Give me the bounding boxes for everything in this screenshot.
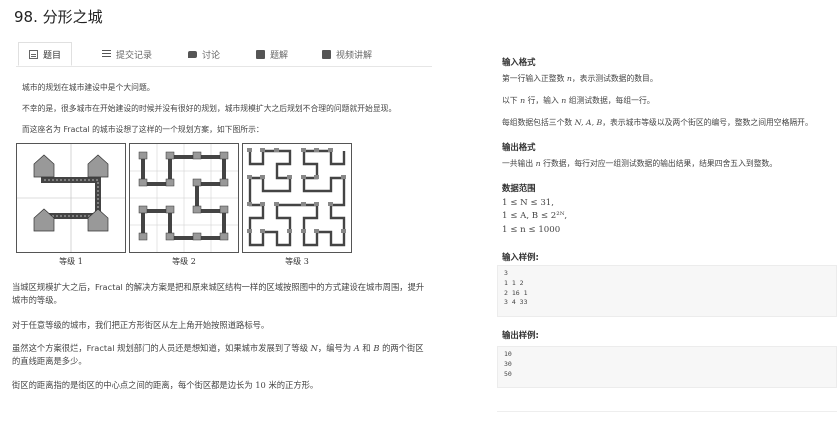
tab-label: 视频讲解	[336, 50, 373, 61]
paragraph-distance: 街区的距离指的是街区的中心点之间的距离，每个街区都是边长为 10 米的正方形。	[12, 379, 318, 392]
input-format-line1: 第一行输入正整数 n，表示测试数据的数目。	[502, 73, 658, 84]
divider	[497, 411, 837, 412]
sample-output-block[interactable]: 10 30 50	[497, 346, 837, 388]
text: 以下	[502, 96, 521, 105]
document-icon	[29, 49, 38, 59]
paragraph-question-line1: 虽然这个方案很烂，Fractal 规划部门的人员还是想知道，如果城市发展到了等级…	[12, 342, 424, 355]
input-format-line2: 以下 n 行，输入 n 组测试数据，每组一行。	[502, 95, 655, 106]
intro-paragraph-2: 不幸的是，很多城市在开始建设的时候并没有很好的规划，城市规模扩大之后规划不合理的…	[22, 104, 397, 113]
sample-output-line: 30	[504, 359, 512, 368]
text: 一共输出	[502, 159, 536, 168]
text: 行，输入	[525, 96, 562, 105]
text: 行数据，每行对应一组测试数据的输出结果，结果四舍五入到整数。	[540, 159, 778, 168]
sample-input-line: 3	[504, 269, 508, 277]
level-1-panel	[16, 143, 126, 253]
text: 和	[359, 343, 374, 353]
tab-solutions[interactable]: 题解	[256, 44, 288, 64]
tab-submissions[interactable]: 提交记录	[102, 44, 152, 64]
text: 虽然这个方案很烂，Fractal 规划部门的人员还是想知道，如果城市发展到了等级	[12, 343, 311, 353]
output-format-line1: 一共输出 n 行数据，每行对应一组测试数据的输出结果，结果四舍五入到整数。	[502, 158, 777, 169]
tab-problem[interactable]: 题目	[18, 42, 73, 66]
level-1-caption: 等级 1	[59, 257, 83, 266]
chat-icon	[188, 50, 197, 58]
range-ab: 1 ≤ A, B ≤ 2²ᴺ,	[502, 211, 568, 221]
tab-label: 题解	[270, 50, 289, 61]
text: 每组数据包括三个数	[502, 118, 575, 127]
sample-output-line: 50	[504, 369, 512, 378]
output-format-heading: 输出格式	[502, 142, 536, 152]
math-var: N, A, B	[574, 118, 603, 127]
tab-label: 提交记录	[116, 50, 153, 61]
book-icon	[256, 49, 265, 59]
range-count: 1 ≤ n ≤ 1000	[502, 225, 561, 235]
page-title: 98. 分形之城	[14, 8, 103, 26]
text: 街区的距离指的是街区的中心点之间的距离，每个街区都是边长为	[12, 380, 256, 390]
text: ，编号为	[317, 343, 354, 353]
range-n: 1 ≤ N ≤ 31,	[502, 198, 554, 208]
paragraph-expansion-line2: 城市的等级。	[12, 295, 62, 305]
level-3-panel	[242, 143, 352, 253]
paragraph-numbering: 对于任意等级的城市，我们把正方形街区从左上角开始按照道路标号。	[12, 320, 270, 330]
intro-paragraph-1: 城市的规划在城市建设中是个大问题。	[22, 83, 155, 92]
sample-input-line: 2 16 1	[504, 288, 528, 297]
text: ，表示测试数据的数目。	[571, 74, 658, 83]
sample-input-heading: 输入样例:	[502, 252, 539, 262]
text: 的两个街区	[379, 343, 424, 353]
sample-input-line: 1 1 2	[504, 278, 524, 287]
text: ，表示城市等级以及两个街区的编号，整数之间用空格隔开。	[602, 118, 813, 127]
tab-bar: 题目 提交记录 讨论 题解 视频讲解	[16, 40, 432, 67]
math-var: N	[310, 343, 318, 353]
level-3-caption: 等级 3	[285, 257, 309, 266]
input-format-line3: 每组数据包括三个数 N, A, B，表示城市等级以及两个街区的编号，整数之间用空…	[502, 117, 813, 128]
tab-discussion[interactable]: 讨论	[188, 44, 220, 64]
data-range-heading: 数据范围	[502, 183, 536, 193]
tab-video[interactable]: 视频讲解	[322, 44, 372, 64]
tab-label: 题目	[43, 50, 62, 61]
sample-input-line: 3 4 33	[504, 298, 528, 307]
list-icon	[102, 49, 111, 59]
math-number: 10	[255, 380, 266, 390]
tab-label: 讨论	[202, 50, 221, 61]
text: 米的正方形。	[265, 380, 319, 390]
sample-input-block[interactable]: 3 1 1 2 2 16 1 3 4 33	[497, 265, 837, 317]
sample-output-line: 10	[504, 350, 512, 358]
input-format-heading: 输入格式	[502, 57, 536, 67]
paragraph-expansion-line1: 当城区规模扩大之后，Fractal 的解决方案是把和原来城区结构一样的区域按照图…	[12, 282, 425, 292]
intro-paragraph-3: 而这座名为 Fractal 的城市设想了这样的一个规划方案，如下图所示：	[22, 125, 264, 134]
text: 第一行输入正整数	[502, 74, 567, 83]
paragraph-question-line2: 的直线距离是多少。	[12, 356, 87, 366]
sample-output-heading: 输出样例:	[502, 330, 539, 340]
fractal-city-figure: 等级 1 等级 2 等级 3	[16, 143, 352, 269]
level-2-panel	[129, 143, 239, 253]
level-2-caption: 等级 2	[172, 257, 196, 266]
video-icon	[322, 49, 331, 59]
text: 组测试数据，每组一行。	[566, 96, 655, 105]
